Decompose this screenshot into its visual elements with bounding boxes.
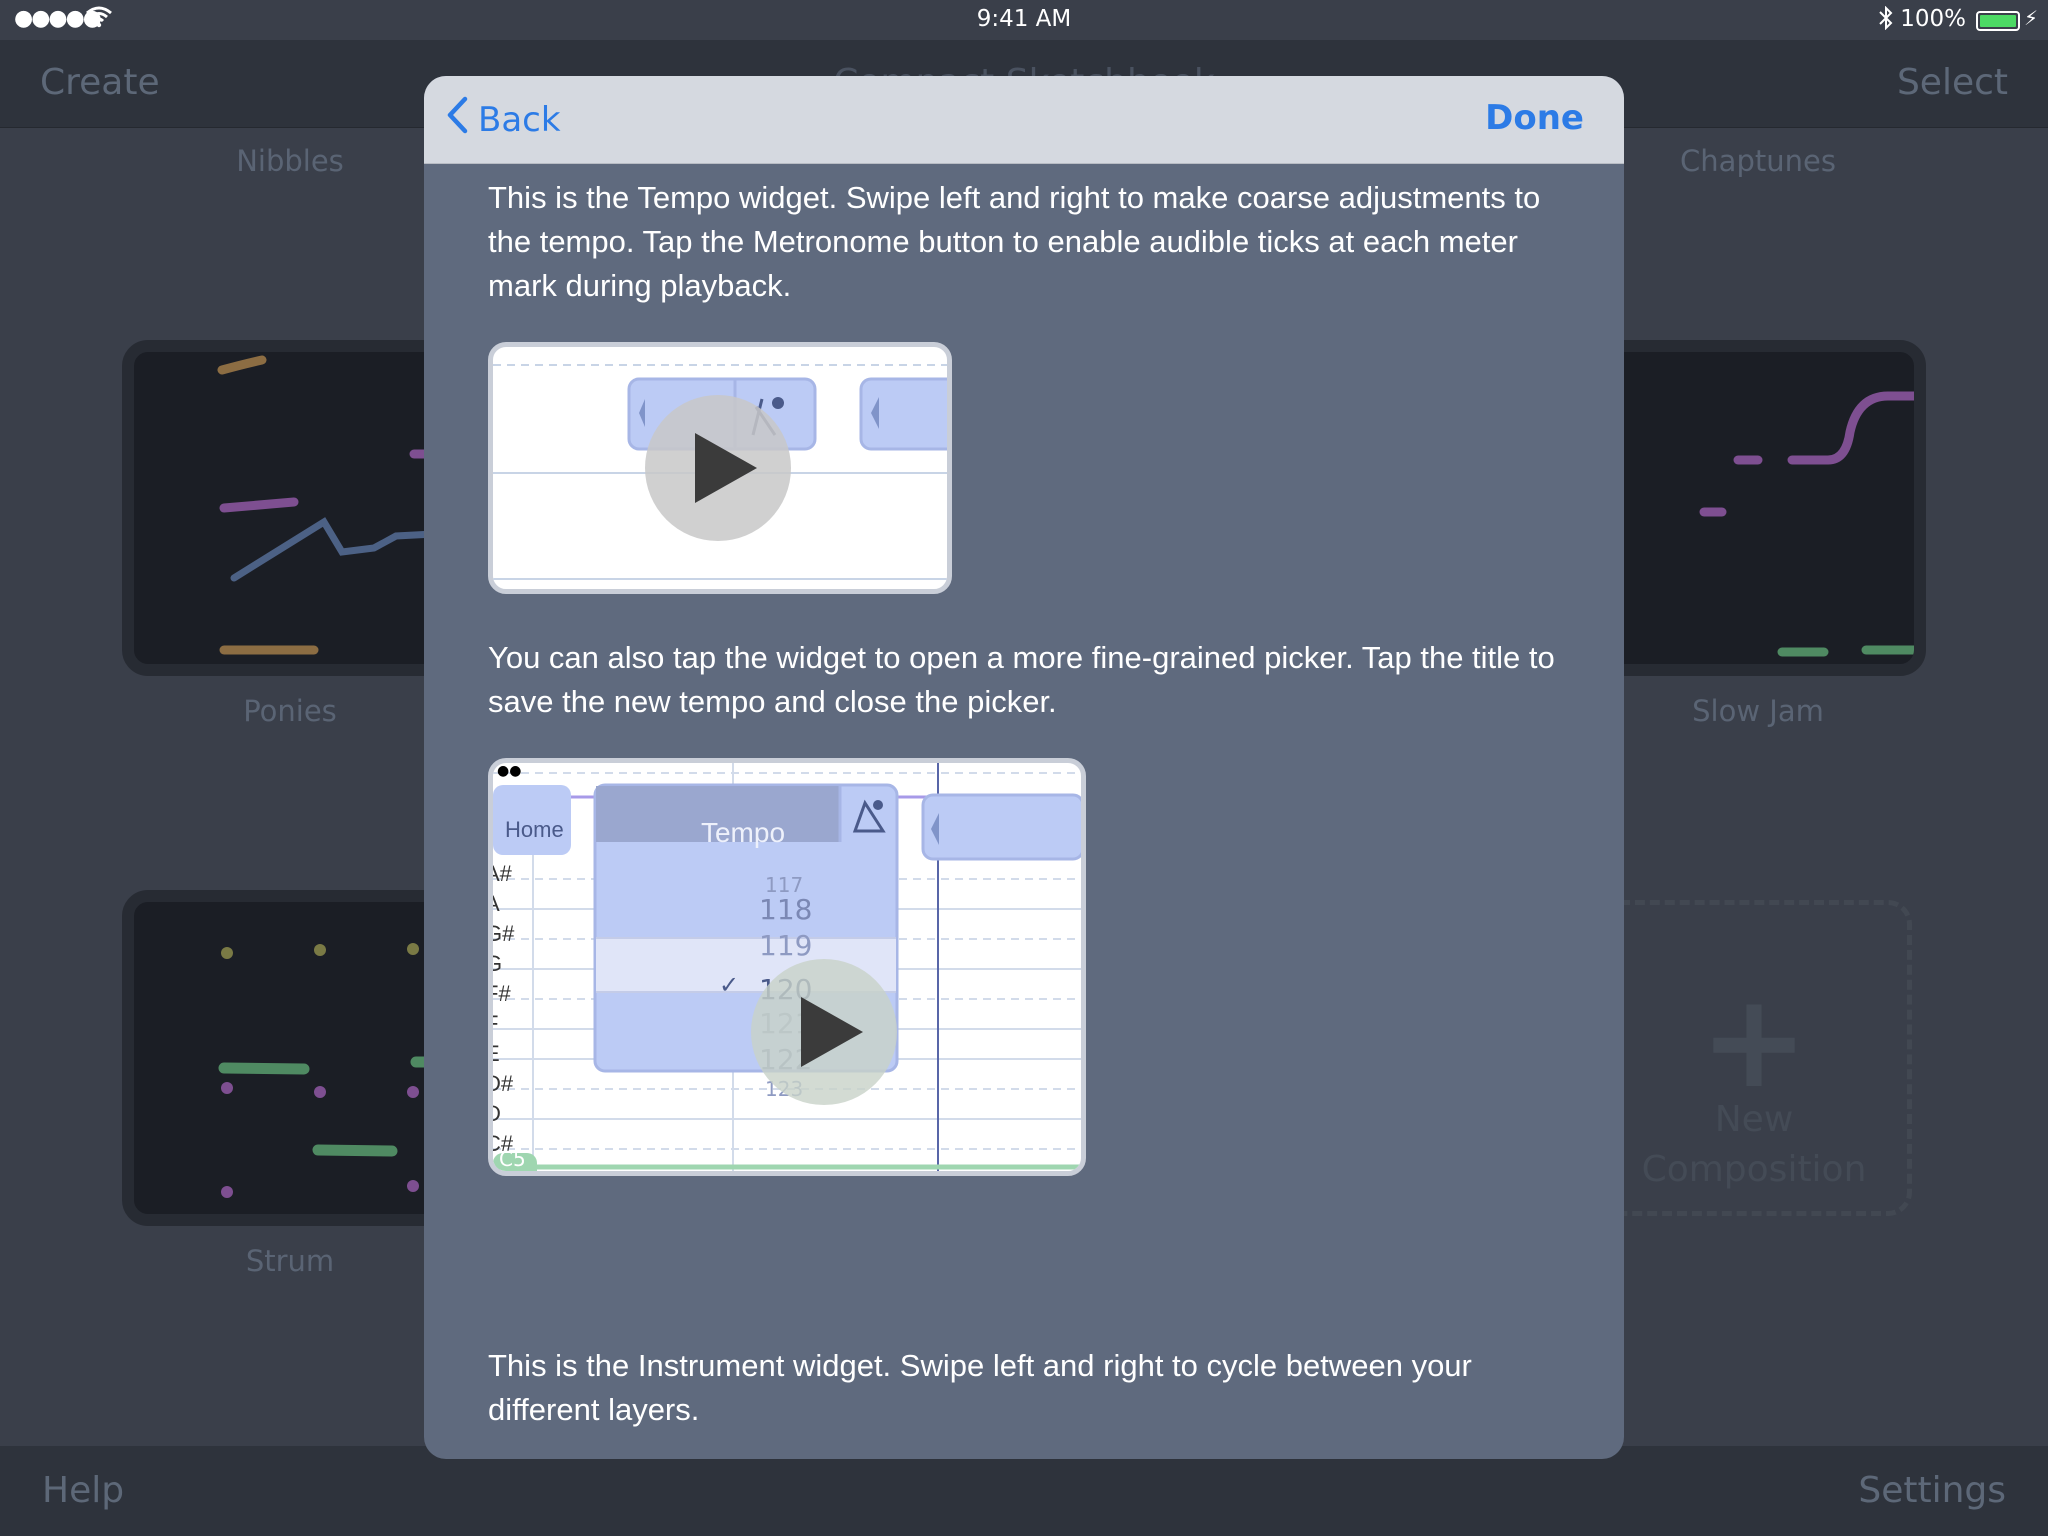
tile-label-ponies: Ponies <box>243 694 337 728</box>
background-bottom-bar: Help Settings <box>0 1446 2048 1536</box>
picker-description: You can also tap the widget to open a mo… <box>488 640 1555 719</box>
note-label: E <box>493 1039 515 1069</box>
back-label: Back <box>478 99 561 140</box>
picker-title: Tempo <box>700 817 786 848</box>
modal-header: Back Done <box>424 76 1624 164</box>
help-modal: Back Done This is the Tempo widget. Swip… <box>424 76 1624 1459</box>
done-button[interactable]: Done <box>1485 98 1584 138</box>
note-label: D <box>493 1099 515 1129</box>
note-label: A <box>493 889 515 919</box>
note-label: F# <box>493 981 511 1006</box>
new-composition-button[interactable]: + New Composition <box>1596 900 1912 1216</box>
picker-value: 118 <box>759 893 813 926</box>
tile-label-strum: Strum <box>245 1244 335 1278</box>
note-label: G# <box>493 921 515 946</box>
note-label: D# <box>493 1071 514 1096</box>
tempo-widget-video[interactable] <box>488 342 952 594</box>
status-bar: ●●●●● 9:41 AM 100% ⚡ <box>0 0 2048 40</box>
composition-tile-slow-jam[interactable] <box>1586 340 1926 676</box>
play-icon <box>695 433 757 503</box>
tile-label-slow-jam: Slow Jam <box>1692 694 1824 728</box>
bluetooth-icon <box>1878 5 1894 36</box>
help-button[interactable]: Help <box>42 1470 124 1511</box>
tempo-widget-description: This is the Tempo widget. Swipe left and… <box>488 180 1541 303</box>
clock: 9:41 AM <box>976 6 1072 32</box>
new-composition-label: New Composition <box>1641 1099 1867 1190</box>
chevron-left-icon <box>446 96 468 143</box>
battery-percent: 100% <box>1900 6 1966 32</box>
home-button: Home <box>505 817 564 842</box>
instrument-widget-description: This is the Instrument widget. Swipe lef… <box>488 1348 1472 1427</box>
charging-icon: ⚡ <box>2023 6 2038 30</box>
note-label: A# <box>493 861 512 886</box>
back-button[interactable]: Back <box>446 96 561 143</box>
note-label: G <box>493 949 515 979</box>
note-labels: A# A G# G F# F E D# D C# <box>493 859 515 1159</box>
play-button[interactable] <box>645 395 791 541</box>
settings-button[interactable]: Settings <box>1858 1470 2006 1511</box>
select-button[interactable]: Select <box>1897 62 2008 103</box>
tile-label-nibbles: Nibbles <box>236 144 344 178</box>
picker-value: 119 <box>759 929 813 962</box>
tile-label-chaptunes: Chaptunes <box>1680 144 1836 178</box>
checkmark-icon: ✓ <box>719 971 740 999</box>
composition-tile-strum[interactable] <box>122 890 462 1226</box>
composition-tile-ponies[interactable] <box>122 340 462 676</box>
note-label: F <box>493 1009 515 1039</box>
play-button[interactable] <box>751 959 897 1105</box>
tempo-picker-video[interactable]: ●● Home Tempo 117 118 119 ✓ 120 121 122 … <box>488 758 1086 1176</box>
battery-icon <box>1976 11 2020 31</box>
mini-status-icons: ●● <box>497 763 522 779</box>
octave-badge: C5 <box>499 1147 526 1171</box>
play-icon <box>801 997 863 1067</box>
